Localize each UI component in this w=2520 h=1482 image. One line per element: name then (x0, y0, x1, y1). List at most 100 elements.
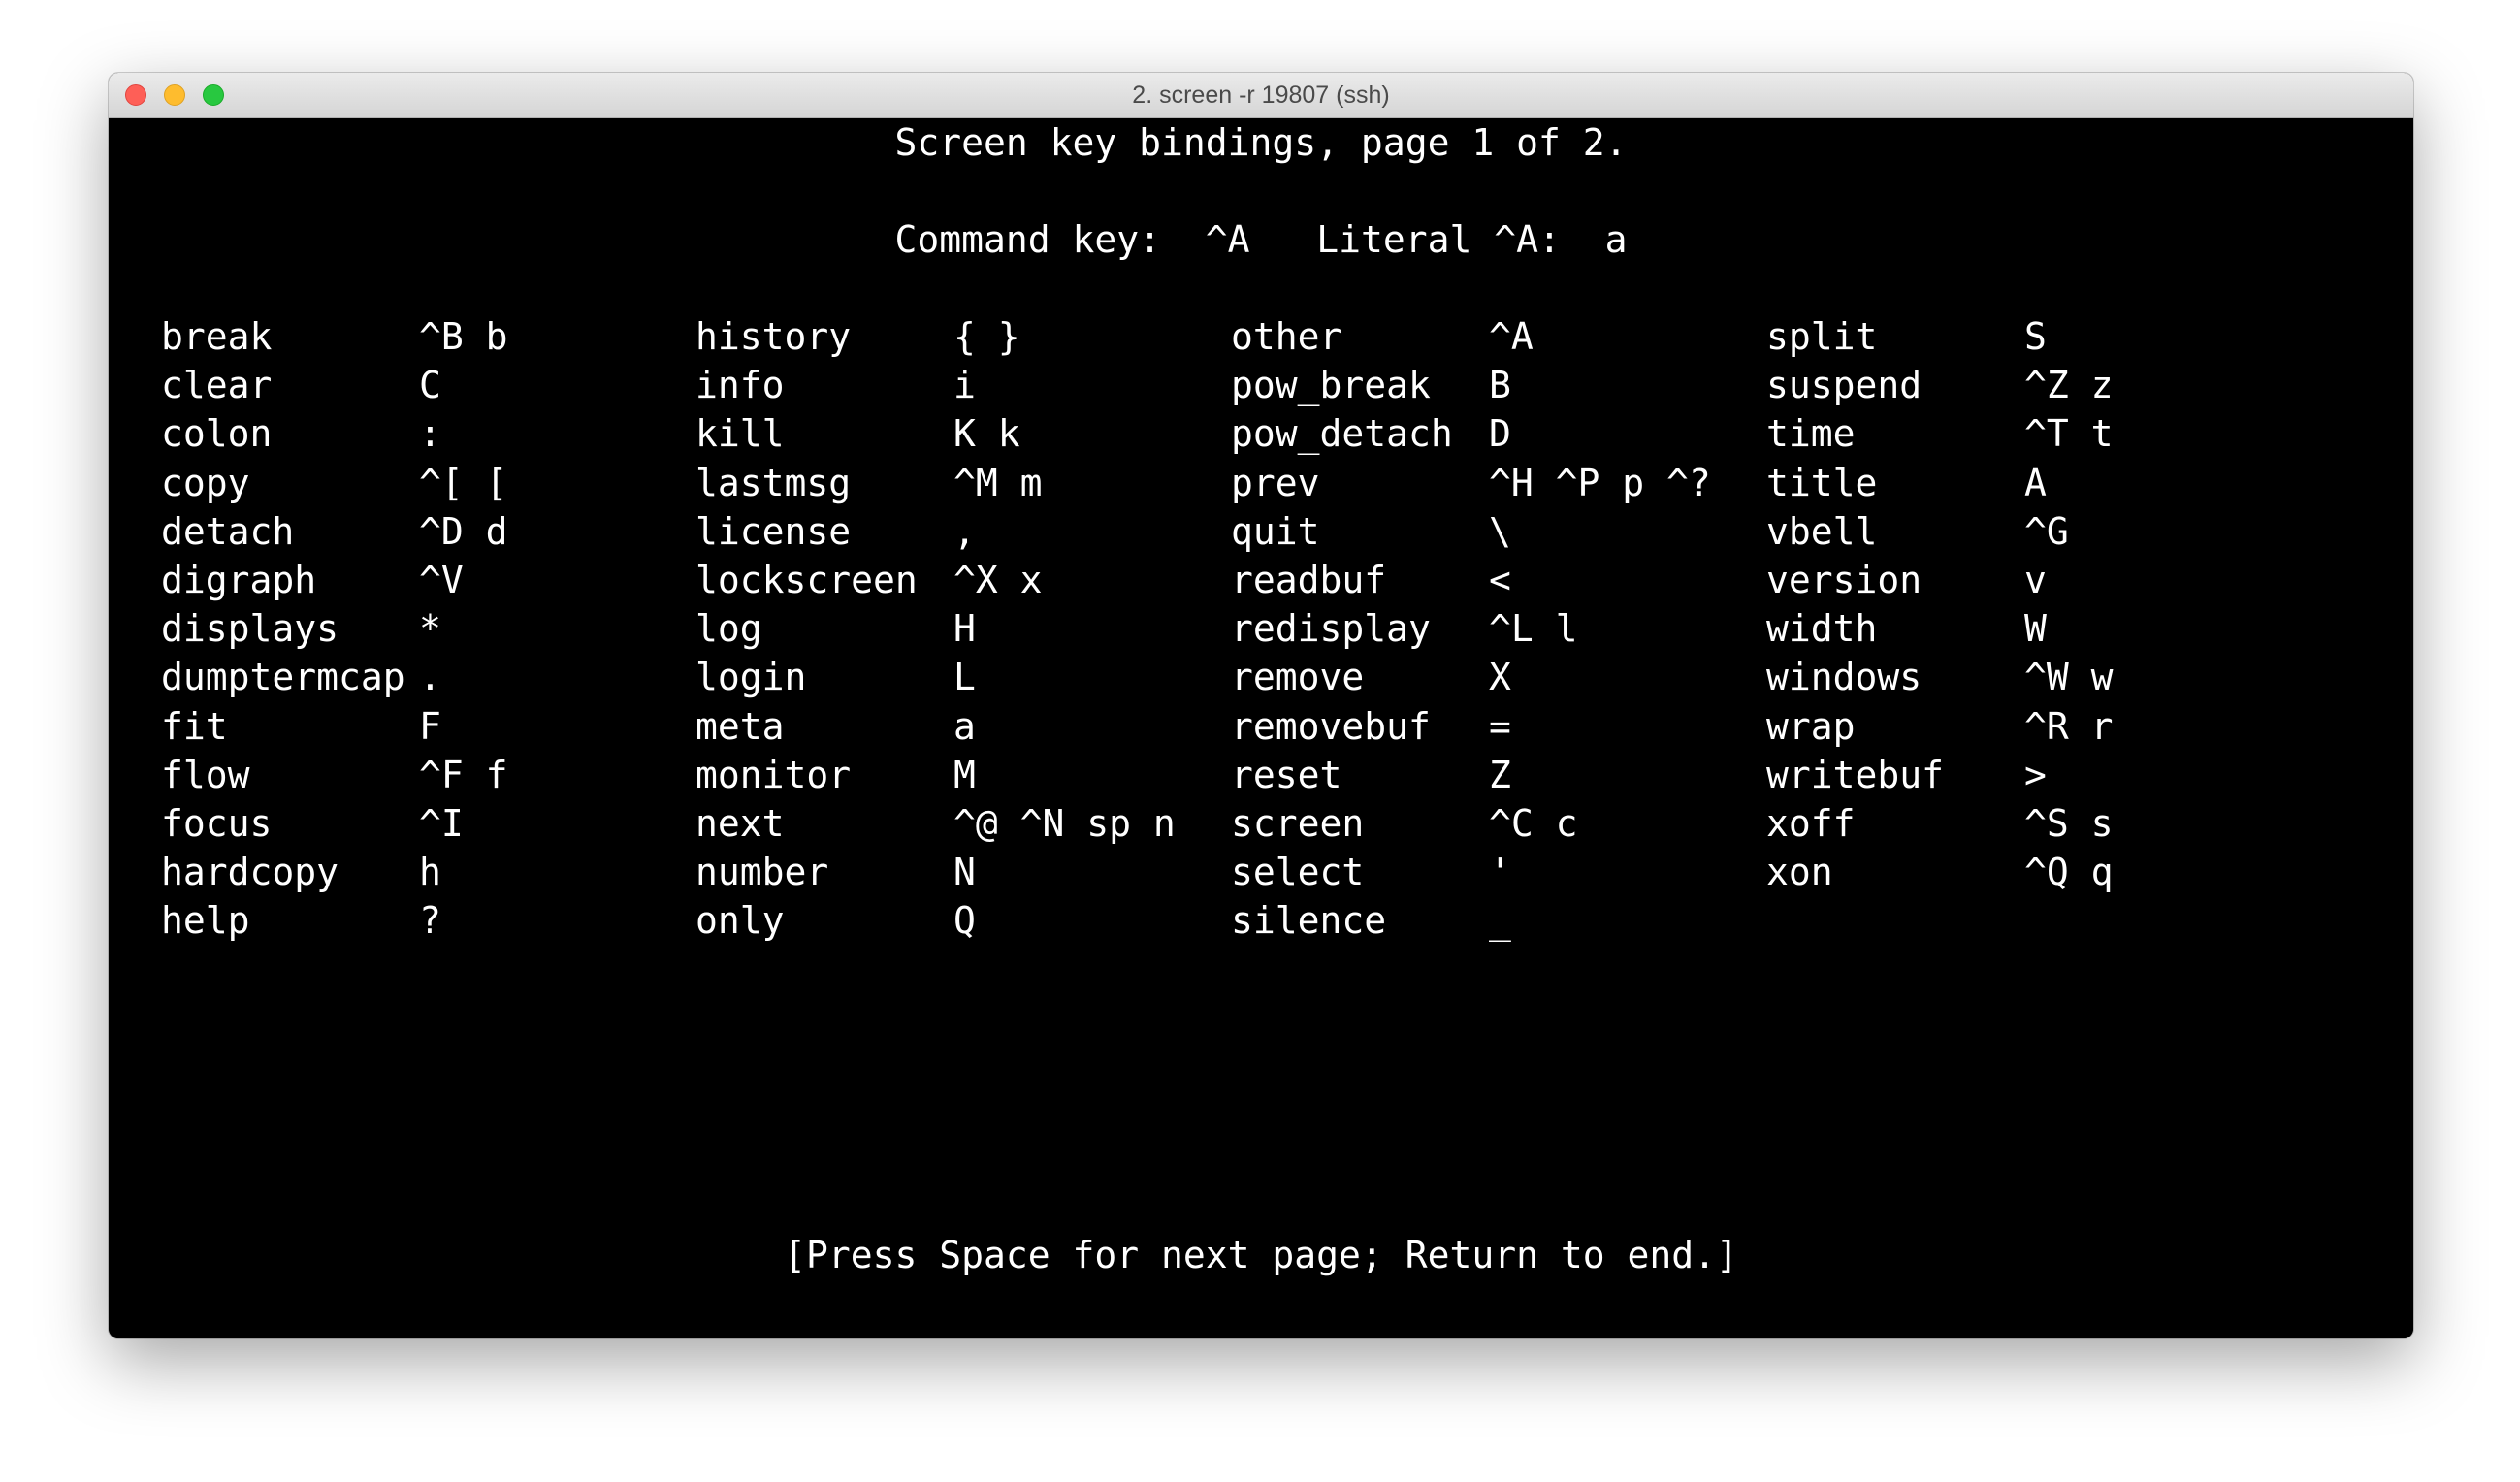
window-title: 2. screen -r 19807 (ssh) (1132, 81, 1390, 109)
binding-keys: B (1489, 364, 1511, 406)
binding-keys: ^@ ^N sp n (953, 802, 1176, 845)
binding-command: history (695, 315, 852, 358)
binding-keys: ^F f (419, 754, 508, 796)
binding-keys: ? (419, 899, 441, 942)
binding-command: help (161, 899, 250, 942)
binding-keys: ' (1489, 851, 1511, 893)
binding-keys: A (2024, 462, 2047, 504)
binding-command: version (1766, 559, 1922, 601)
binding-command: break (161, 315, 273, 358)
binding-keys: * (419, 607, 441, 650)
binding-command: readbuf (1231, 559, 1387, 601)
binding-keys: H (953, 607, 976, 650)
binding-keys: X (1489, 656, 1511, 698)
binding-command: login (695, 656, 807, 698)
binding-keys: ^B b (419, 315, 508, 358)
binding-keys: i (953, 364, 976, 406)
binding-keys: N (953, 851, 976, 893)
binding-keys: ^T t (2024, 412, 2114, 455)
binding-keys: ^Q q (2024, 851, 2114, 893)
binding-keys: ^V (419, 559, 464, 601)
binding-command: time (1766, 412, 1856, 455)
binding-keys: ^X x (953, 559, 1043, 601)
binding-keys: { } (953, 315, 1020, 358)
binding-command: colon (161, 412, 273, 455)
binding-command: digraph (161, 559, 317, 601)
binding-keys: ^R r (2024, 705, 2114, 748)
binding-command: monitor (695, 754, 852, 796)
binding-command: license (695, 510, 852, 553)
terminal-screen[interactable]: Screen key bindings, page 1 of 2. Comman… (109, 118, 2413, 1338)
binding-keys: W (2024, 607, 2047, 650)
binding-keys: ^W w (2024, 656, 2114, 698)
binding-keys: M (953, 754, 976, 796)
command-key-label: Command key: (894, 218, 1162, 261)
binding-command: number (695, 851, 829, 893)
binding-keys: _ (1489, 899, 1511, 942)
binding-keys: ^G (2024, 510, 2069, 553)
binding-keys: ^L l (1489, 607, 1578, 650)
binding-command: redisplay (1231, 607, 1431, 650)
binding-keys: ^C c (1489, 802, 1578, 845)
binding-keys: F (419, 705, 441, 748)
binding-keys: > (2024, 754, 2047, 796)
binding-command: copy (161, 462, 250, 504)
literal-value: a (1604, 218, 1628, 261)
binding-command: title (1766, 462, 1878, 504)
binding-command: only (695, 899, 785, 942)
binding-keys: Z (1489, 754, 1511, 796)
binding-command: meta (695, 705, 785, 748)
binding-command: pow_break (1231, 364, 1431, 406)
binding-command: log (695, 607, 762, 650)
binding-keys: , (953, 510, 976, 553)
binding-command: split (1766, 315, 1878, 358)
binding-command: focus (161, 802, 273, 845)
binding-command: screen (1231, 802, 1365, 845)
binding-command: hardcopy (161, 851, 339, 893)
binding-keys: Q (953, 899, 976, 942)
binding-command: vbell (1766, 510, 1878, 553)
title-bar[interactable]: 2. screen -r 19807 (ssh) (109, 73, 2413, 118)
binding-keys: ^D d (419, 510, 508, 553)
binding-keys: a (953, 705, 976, 748)
binding-keys: = (1489, 705, 1511, 748)
command-key-line: Command key: ^A Literal ^A: a (109, 215, 2413, 264)
binding-command: width (1766, 607, 1878, 650)
binding-keys: ^[ [ (419, 462, 508, 504)
binding-keys: ^A (1489, 315, 1534, 358)
binding-keys: < (1489, 559, 1511, 601)
binding-command: lastmsg (695, 462, 852, 504)
binding-command: clear (161, 364, 273, 406)
binding-command: pow_detach (1231, 412, 1453, 455)
binding-keys: ^S s (2024, 802, 2114, 845)
binding-keys: L (953, 656, 976, 698)
binding-command: writebuf (1766, 754, 1945, 796)
binding-command: select (1231, 851, 1365, 893)
binding-command: suspend (1766, 364, 1922, 406)
binding-keys: : (419, 412, 441, 455)
binding-command: displays (161, 607, 339, 650)
binding-command: next (695, 802, 785, 845)
binding-keys: h (419, 851, 441, 893)
binding-keys: \ (1489, 510, 1511, 553)
binding-keys: ^H ^P p ^? (1489, 462, 1711, 504)
binding-command: prev (1231, 462, 1320, 504)
binding-command: dumptermcap (161, 656, 405, 698)
binding-command: kill (695, 412, 785, 455)
binding-keys: ^I (419, 802, 464, 845)
binding-keys: . (419, 656, 441, 698)
page-prompt: [Press Space for next page; Return to en… (784, 1234, 1738, 1276)
binding-keys: K k (953, 412, 1020, 455)
bindings-header: Screen key bindings, page 1 of 2. (894, 121, 1628, 164)
binding-command: lockscreen (695, 559, 918, 601)
binding-command: reset (1231, 754, 1342, 796)
binding-command: xoff (1766, 802, 1856, 845)
binding-keys: ^Z z (2024, 364, 2114, 406)
binding-command: silence (1231, 899, 1387, 942)
binding-command: other (1231, 315, 1342, 358)
binding-keys: D (1489, 412, 1511, 455)
binding-command: flow (161, 754, 250, 796)
literal-label: Literal ^A: (1316, 218, 1561, 261)
binding-keys: C (419, 364, 441, 406)
binding-command: removebuf (1231, 705, 1431, 748)
